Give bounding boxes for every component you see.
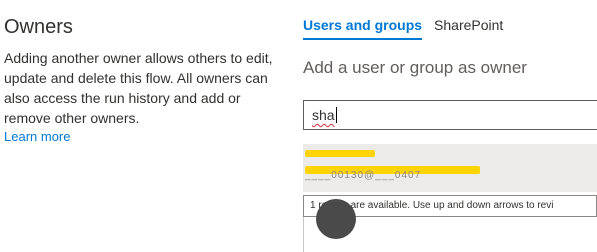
owners-description: Adding another owner allows others to ed… [4, 50, 273, 126]
owner-type-tabs: Users and groups SharePoint [303, 14, 597, 44]
owner-search-input[interactable]: sha [303, 100, 597, 130]
owner-search-value: sha [312, 107, 335, 123]
tab-users-and-groups[interactable]: Users and groups [303, 14, 423, 40]
add-owner-heading: Add a user or group as owner [303, 58, 527, 77]
owners-panel: Owners Adding another owner allows other… [4, 14, 274, 146]
learn-more-link[interactable]: Learn more [4, 128, 274, 146]
redacted-name [305, 150, 375, 157]
suggestion-item[interactable]: ____00130@___0407 [303, 144, 597, 192]
suggestion-list: ____00130@___0407 [303, 144, 597, 192]
owners-list-area [303, 199, 597, 252]
owners-title: Owners [4, 16, 73, 38]
text-caret [335, 107, 337, 123]
tab-sharepoint[interactable]: SharePoint [434, 14, 503, 40]
add-owner-panel: Users and groups SharePoint Add a user o… [303, 14, 597, 252]
user-avatar-icon [316, 199, 356, 239]
redacted-email-fragment: ____00130@___0407 [305, 170, 422, 181]
